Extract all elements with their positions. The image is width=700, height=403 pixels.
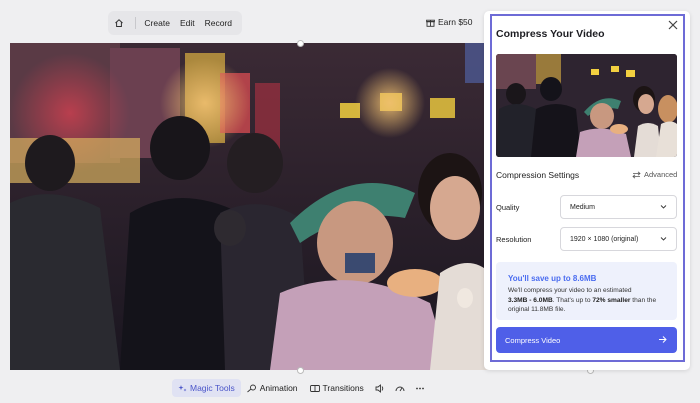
compress-video-button[interactable]: Compress Video <box>496 327 677 353</box>
more-button[interactable] <box>410 379 430 397</box>
volume-icon <box>375 383 384 393</box>
sparkle-icon <box>178 384 187 391</box>
savings-description: We'll compress your video to an estimate… <box>508 286 670 315</box>
nav-record[interactable]: Record <box>205 18 232 28</box>
animation-icon <box>246 384 256 392</box>
panel-title: Compress Your Video <box>496 28 605 40</box>
quality-label: Quality <box>496 203 520 212</box>
resize-handle-bottom[interactable] <box>297 367 304 374</box>
video-editor: Create Edit Record Earn $50 Magic Tools … <box>0 0 700 403</box>
magic-tools-label: Magic Tools <box>190 383 235 393</box>
nav-edit[interactable]: Edit <box>180 18 195 28</box>
chevron-down-icon <box>660 205 667 209</box>
top-nav: Create Edit Record <box>108 11 242 35</box>
volume-button[interactable] <box>370 379 390 397</box>
transitions-icon <box>309 384 320 392</box>
resolution-select[interactable]: 1920 × 1080 (original) <box>560 227 677 251</box>
quality-value: Medium <box>570 203 595 211</box>
speed-button[interactable] <box>390 379 410 397</box>
animation-button[interactable]: Animation <box>241 379 304 397</box>
savings-percent: 72% smaller <box>592 296 631 304</box>
close-button[interactable] <box>667 18 679 30</box>
savings-range: 3.3MB - 6.0MB <box>508 296 553 304</box>
earn-button[interactable]: Earn $50 <box>426 17 473 27</box>
savings-text-2: . That's up to <box>552 296 593 304</box>
advanced-label: Advanced <box>644 170 678 179</box>
nav-divider <box>135 17 137 29</box>
home-button[interactable] <box>108 11 129 35</box>
chevron-down-icon <box>660 237 667 241</box>
resolution-value: 1920 × 1080 (original) <box>570 235 639 243</box>
swap-icon <box>632 170 641 179</box>
quality-select[interactable]: Medium <box>560 195 677 219</box>
more-icon <box>415 387 424 389</box>
animation-label: Animation <box>259 383 298 393</box>
earn-label: Earn $50 <box>438 17 473 27</box>
magic-tools-button[interactable]: Magic Tools <box>172 379 241 397</box>
speed-icon <box>395 386 405 391</box>
advanced-button[interactable]: Advanced <box>632 170 677 179</box>
resolution-label: Resolution <box>496 235 532 244</box>
arrow-right-icon <box>659 336 667 343</box>
savings-info-box: You'll save up to 8.6MB We'll compress y… <box>496 262 677 320</box>
compress-video-label: Compress Video <box>505 335 561 345</box>
savings-text-1: We'll compress your video to an estimate… <box>508 287 632 294</box>
resize-handle-top[interactable] <box>297 40 304 47</box>
close-icon <box>668 20 678 30</box>
nav-create[interactable]: Create <box>144 18 170 28</box>
transitions-button[interactable]: Transitions <box>304 379 370 397</box>
home-icon <box>114 19 123 27</box>
gift-icon <box>426 19 435 27</box>
savings-title: You'll save up to 8.6MB <box>508 274 597 283</box>
bottom-toolbar: Magic Tools Animation Transitions <box>172 378 430 398</box>
compression-settings-title: Compression Settings <box>496 170 580 180</box>
transitions-label: Transitions <box>322 383 364 393</box>
video-thumbnail <box>496 54 677 157</box>
